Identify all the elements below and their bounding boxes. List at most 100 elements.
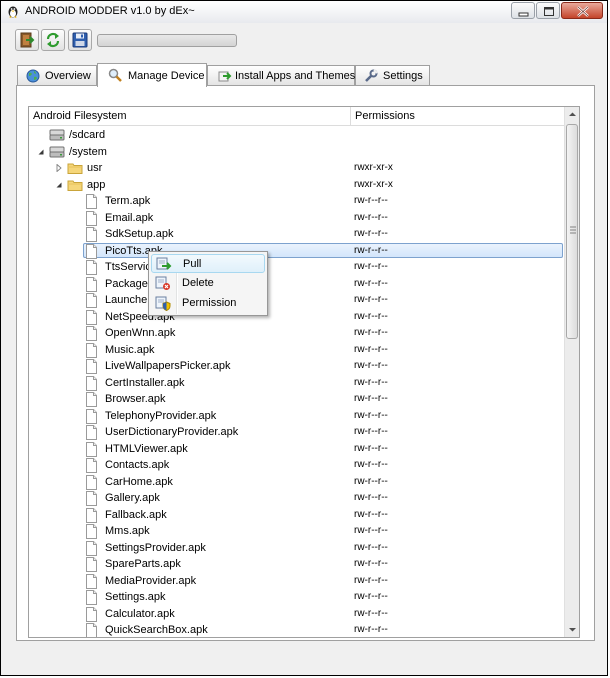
tree-rows: /sdcard/system usr rwxr-xr-x app rwxr-xr-x Te… xyxy=(29,125,565,637)
file-row[interactable]: CertInstaller.apk rw-r--r-- xyxy=(29,375,565,392)
row-permissions: rw-r--r-- xyxy=(354,558,388,569)
collapsed-arrow-icon[interactable] xyxy=(55,164,63,172)
row-name: OpenWnn.apk xyxy=(105,327,176,339)
file-row[interactable]: MediaProvider.apk rw-r--r-- xyxy=(29,573,565,590)
row-name: TtsServic xyxy=(105,261,151,273)
row-name: Email.apk xyxy=(105,211,154,224)
grip-icon xyxy=(570,226,576,234)
tux-icon xyxy=(8,6,18,18)
row-permissions: rwxr-xr-x xyxy=(354,178,393,190)
install-arrow-icon xyxy=(218,71,232,82)
file-row[interactable]: SdkSetup.apk rw-r--r-- xyxy=(29,226,565,243)
folder-row[interactable]: app rwxr-xr-x xyxy=(29,177,565,194)
file-icon xyxy=(86,573,97,589)
delete-icon xyxy=(155,276,170,290)
expanded-arrow-icon[interactable] xyxy=(55,181,63,189)
file-icon xyxy=(86,425,97,440)
file-row[interactable]: HTMLViewer.apk rw-r--r-- xyxy=(29,441,565,458)
file-row[interactable]: QuickSearchBox.apk rw-r--r-- xyxy=(29,622,565,637)
file-icon xyxy=(86,309,97,325)
file-row[interactable]: Browser.apk rw-r--r-- xyxy=(29,391,565,408)
drive-row[interactable]: /system xyxy=(29,144,565,161)
drive-row[interactable]: /sdcard xyxy=(29,127,565,144)
file-icon xyxy=(86,359,97,374)
close-button[interactable] xyxy=(561,2,603,19)
file-icon xyxy=(86,408,97,424)
expanded-arrow-icon[interactable] xyxy=(37,148,45,156)
row-name: Gallery.apk xyxy=(105,492,160,504)
row-permissions: rw-r--r-- xyxy=(354,409,388,421)
file-row[interactable]: Email.apk rw-r--r-- xyxy=(29,210,565,227)
column-header-filesystem[interactable]: Android Filesystem xyxy=(29,107,351,125)
exit-button[interactable] xyxy=(15,29,39,51)
row-permissions: rw-r--r-- xyxy=(354,574,388,586)
file-row[interactable]: TelephonyProvider.apk rw-r--r-- xyxy=(29,408,565,425)
tab-label: Settings xyxy=(383,70,423,82)
file-icon xyxy=(86,326,97,341)
file-row[interactable]: Launche rw-r--r-- xyxy=(29,292,565,309)
file-row[interactable]: PicoTts.apk rw-r--r-- xyxy=(29,242,565,260)
file-icon xyxy=(86,392,97,407)
row-permissions: rw-r--r-- xyxy=(354,591,388,602)
scrollbar-thumb[interactable] xyxy=(566,124,578,339)
row-name: Mms.apk xyxy=(105,525,150,537)
tab-label: Install Apps and Themes xyxy=(235,70,356,82)
file-row[interactable]: NetSpeed.apk rw-r--r-- xyxy=(29,309,565,326)
file-row[interactable]: Fallback.apk rw-r--r-- xyxy=(29,507,565,524)
file-icon xyxy=(86,474,97,490)
file-row[interactable]: Mms.apk rw-r--r-- xyxy=(29,523,565,540)
scroll-down-icon[interactable] xyxy=(565,622,580,637)
vertical-scrollbar[interactable] xyxy=(564,107,579,637)
row-permissions: rw-r--r-- xyxy=(354,277,388,289)
drive-icon xyxy=(49,146,65,157)
file-icon xyxy=(86,524,97,539)
file-row[interactable]: Term.apk rw-r--r-- xyxy=(29,193,565,210)
scroll-up-icon[interactable] xyxy=(565,107,580,122)
row-permissions: rw-r--r-- xyxy=(354,607,388,619)
row-name: Fallback.apk xyxy=(105,508,167,521)
file-row[interactable]: OpenWnn.apk rw-r--r-- xyxy=(29,325,565,342)
file-row[interactable]: Gallery.apk rw-r--r-- xyxy=(29,490,565,507)
floppy-disk-icon xyxy=(72,32,88,48)
tab-install-apps-and-themes[interactable]: Install Apps and Themes xyxy=(207,65,355,85)
file-row[interactable]: UserDictionaryProvider.apk rw-r--r-- xyxy=(29,424,565,441)
file-row[interactable]: SettingsProvider.apk rw-r--r-- xyxy=(29,540,565,557)
file-row[interactable]: SpareParts.apk rw-r--r-- xyxy=(29,556,565,573)
title-bar[interactable]: ANDROID MODDER v1.0 by dEx~ xyxy=(1,1,607,23)
minimize-button[interactable] xyxy=(511,2,535,19)
row-permissions: rw-r--r-- xyxy=(354,261,388,272)
menu-item-permission[interactable]: Permission xyxy=(151,294,265,313)
row-name: Term.apk xyxy=(105,195,151,207)
maximize-button[interactable] xyxy=(536,2,560,19)
menu-item-delete[interactable]: Delete xyxy=(151,274,265,293)
file-row[interactable]: CarHome.apk rw-r--r-- xyxy=(29,474,565,491)
folder-row[interactable]: usr rwxr-xr-x xyxy=(29,160,565,177)
file-icon xyxy=(86,210,97,226)
file-row[interactable]: PackageI rw-r--r-- xyxy=(29,276,565,293)
tab-label: Overview xyxy=(45,70,91,82)
filesystem-tree[interactable]: Android Filesystem Permissions /sdcard/s… xyxy=(28,106,580,638)
row-name: CertInstaller.apk xyxy=(105,376,185,389)
refresh-button[interactable] xyxy=(41,29,65,51)
row-name: LiveWallpapersPicker.apk xyxy=(105,360,231,372)
column-header-permissions[interactable]: Permissions xyxy=(351,107,565,125)
file-icon xyxy=(86,606,97,622)
tab-manage-device[interactable]: Manage Device xyxy=(97,63,207,87)
file-icon xyxy=(86,590,97,605)
row-permissions: rw-r--r-- xyxy=(354,294,388,305)
file-row[interactable]: Contacts.apk rw-r--r-- xyxy=(29,457,565,474)
file-icon xyxy=(86,491,97,506)
save-button[interactable] xyxy=(68,29,92,51)
file-row[interactable]: Music.apk rw-r--r-- xyxy=(29,342,565,359)
progress-bar xyxy=(97,34,237,47)
tab-settings[interactable]: Settings xyxy=(355,65,430,85)
file-row[interactable]: Calculator.apk rw-r--r-- xyxy=(29,606,565,623)
file-row[interactable]: LiveWallpapersPicker.apk rw-r--r-- xyxy=(29,358,565,375)
menu-item-pull[interactable]: Pull xyxy=(151,254,265,273)
row-permissions: rw-r--r-- xyxy=(354,459,388,470)
close-icon xyxy=(577,6,589,17)
file-row[interactable]: TtsServic rw-r--r-- xyxy=(29,259,565,276)
tab-overview[interactable]: Overview xyxy=(17,65,97,85)
row-name: UserDictionaryProvider.apk xyxy=(105,426,239,438)
file-row[interactable]: Settings.apk rw-r--r-- xyxy=(29,589,565,606)
